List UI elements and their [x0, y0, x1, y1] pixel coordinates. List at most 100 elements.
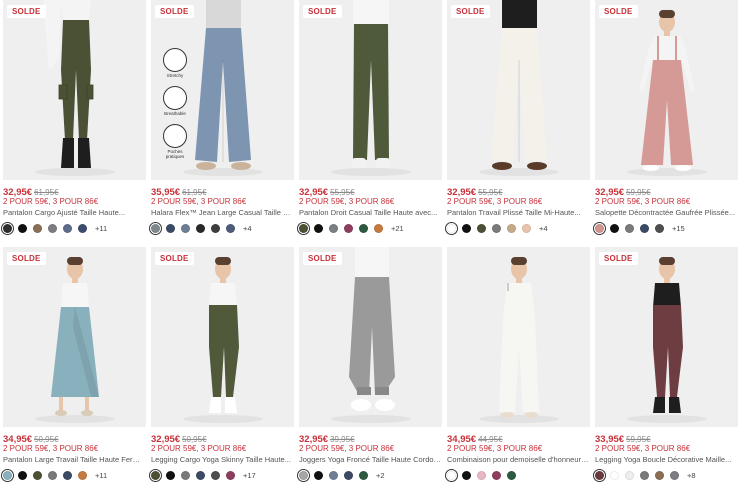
color-swatch[interactable] — [477, 223, 486, 233]
color-swatch[interactable] — [625, 223, 634, 233]
feature-label: Stretchy — [166, 73, 184, 78]
product-title[interactable]: Pantalon Droit Casual Taille Haute avec.… — [299, 208, 442, 218]
color-swatch[interactable] — [314, 223, 323, 233]
color-swatch[interactable] — [33, 223, 42, 233]
color-swatch[interactable] — [148, 468, 163, 482]
color-swatch[interactable] — [78, 470, 87, 480]
more-colors-count[interactable]: +11 — [95, 224, 107, 233]
more-colors-count[interactable]: +2 — [376, 471, 385, 480]
color-swatch[interactable] — [181, 470, 190, 480]
product-image[interactable] — [447, 247, 590, 427]
more-colors-count[interactable]: +11 — [95, 471, 107, 480]
color-swatch[interactable] — [166, 223, 175, 233]
color-swatch[interactable] — [226, 223, 235, 233]
product-card[interactable]: SOLDE 33,95€ 59,95€ 2 POUR 59€, 3 POUR 86€ L… — [592, 247, 738, 491]
color-swatch[interactable] — [33, 470, 42, 480]
product-card[interactable]: SOLDE 34,95€ 50,95€ 2 POUR 59€, 3 POUR 86€ P… — [0, 247, 146, 491]
color-swatch[interactable] — [359, 470, 368, 480]
product-title[interactable]: Salopette Décontractée Gaufrée Plissée..… — [595, 208, 738, 218]
color-swatch[interactable] — [655, 223, 664, 233]
product-card[interactable]: 34,95€ 44,95€ 2 POUR 59€, 3 POUR 86€ Combin… — [444, 247, 590, 491]
product-image[interactable]: SOLDE Stretchy Breathable Poches pratiques — [151, 0, 294, 180]
product-title[interactable]: Legging Yoga Boucle Décorative Maille... — [595, 455, 738, 465]
color-swatch[interactable] — [148, 221, 163, 235]
more-colors-count[interactable]: +8 — [687, 471, 696, 480]
color-swatch[interactable] — [196, 470, 205, 480]
product-image[interactable]: SOLDE — [299, 0, 442, 180]
color-swatch[interactable] — [0, 221, 15, 235]
product-image[interactable]: SOLDE — [299, 247, 442, 427]
product-image[interactable]: SOLDE — [595, 247, 738, 427]
color-swatch[interactable] — [296, 468, 311, 482]
color-swatch[interactable] — [610, 470, 619, 480]
color-swatch[interactable] — [655, 470, 664, 480]
color-swatch[interactable] — [592, 468, 607, 482]
color-swatch[interactable] — [329, 470, 338, 480]
product-title[interactable]: Joggers Yoga Froncé Taille Haute Cordon … — [299, 455, 442, 465]
color-swatch[interactable] — [670, 470, 679, 480]
color-swatch[interactable] — [640, 470, 649, 480]
color-swatch[interactable] — [314, 470, 323, 480]
color-swatch[interactable] — [181, 223, 190, 233]
promo-text: 2 POUR 59€, 3 POUR 86€ — [151, 444, 247, 453]
color-swatch[interactable] — [18, 470, 27, 480]
color-swatch[interactable] — [492, 223, 501, 233]
color-swatch[interactable] — [462, 470, 471, 480]
product-image[interactable]: SOLDE — [3, 247, 146, 427]
color-swatch[interactable] — [226, 470, 235, 480]
color-swatch[interactable] — [344, 223, 353, 233]
color-swatch[interactable] — [610, 223, 619, 233]
color-swatch[interactable] — [462, 223, 471, 233]
color-swatch[interactable] — [444, 468, 459, 482]
color-swatch[interactable] — [492, 470, 501, 480]
color-swatch[interactable] — [344, 470, 353, 480]
color-swatch[interactable] — [166, 470, 175, 480]
more-colors-count[interactable]: +17 — [243, 471, 256, 480]
more-colors-count[interactable]: +4 — [539, 224, 548, 233]
color-swatch[interactable] — [444, 221, 459, 235]
color-swatch[interactable] — [507, 223, 516, 233]
color-swatch[interactable] — [625, 470, 634, 480]
color-swatch[interactable] — [48, 223, 57, 233]
color-swatch[interactable] — [211, 470, 220, 480]
color-swatch[interactable] — [78, 223, 87, 233]
original-price: 55,95€ — [478, 188, 503, 197]
color-swatch[interactable] — [359, 223, 368, 233]
product-title[interactable]: Legging Cargo Yoga Skinny Taille Haute..… — [151, 455, 294, 465]
product-card[interactable]: SOLDE 32,95€ 55,95€ 2 POUR 59€, 3 POUR 86€ P… — [296, 0, 442, 244]
product-photo — [331, 0, 411, 176]
product-title[interactable]: Pantalon Travail Plissé Taille Mi-Haute.… — [447, 208, 590, 218]
color-swatch[interactable] — [329, 223, 338, 233]
more-colors-count[interactable]: +4 — [243, 224, 252, 233]
product-card[interactable]: SOLDE 32,95€ 59,95€ 2 POUR 59€, 3 POUR 86€ S… — [592, 0, 738, 244]
color-swatch[interactable] — [477, 470, 486, 480]
product-title[interactable]: Pantalon Cargo Ajusté Taille Haute... — [3, 208, 146, 218]
color-swatch[interactable] — [196, 223, 205, 233]
color-swatch[interactable] — [0, 468, 15, 482]
color-swatch[interactable] — [63, 223, 72, 233]
product-card[interactable]: SOLDE 32,95€ 39,95€ 2 POUR 59€, 3 POUR 86€ J… — [296, 247, 442, 491]
product-card[interactable]: SOLDE 32,95€ 50,95€ 2 POUR 59€, 3 POUR 86€ L… — [148, 247, 294, 491]
color-swatch[interactable] — [640, 223, 649, 233]
product-card[interactable]: SOLDE 32,95€ 55,95€ 2 POUR 59€, 3 POUR 86€ P… — [444, 0, 590, 244]
color-swatch[interactable] — [374, 223, 383, 233]
color-swatch[interactable] — [296, 221, 311, 235]
product-title[interactable]: Pantalon Large Travail Taille Haute Ferm… — [3, 455, 146, 465]
color-swatch[interactable] — [18, 223, 27, 233]
color-swatch[interactable] — [522, 223, 531, 233]
product-image[interactable]: SOLDE — [151, 247, 294, 427]
more-colors-count[interactable]: +21 — [391, 224, 404, 233]
color-swatch[interactable] — [592, 221, 607, 235]
color-swatch[interactable] — [211, 223, 220, 233]
color-swatch[interactable] — [507, 470, 516, 480]
color-swatch[interactable] — [48, 470, 57, 480]
product-image[interactable]: SOLDE — [3, 0, 146, 180]
product-title[interactable]: Halara Flex™ Jean Large Casual Taille Ha… — [151, 208, 294, 218]
product-image[interactable]: SOLDE — [447, 0, 590, 180]
product-card[interactable]: SOLDE 32,95€ 61,95€ 2 POUR 59€, 3 POUR 86€ P… — [0, 0, 146, 244]
product-card[interactable]: SOLDE Stretchy Breathable Poches pratiques 3… — [148, 0, 294, 244]
product-image[interactable]: SOLDE — [595, 0, 738, 180]
product-title[interactable]: Combinaison pour demoiselle d'honneur et… — [447, 455, 590, 465]
more-colors-count[interactable]: +15 — [672, 224, 685, 233]
color-swatch[interactable] — [63, 470, 72, 480]
